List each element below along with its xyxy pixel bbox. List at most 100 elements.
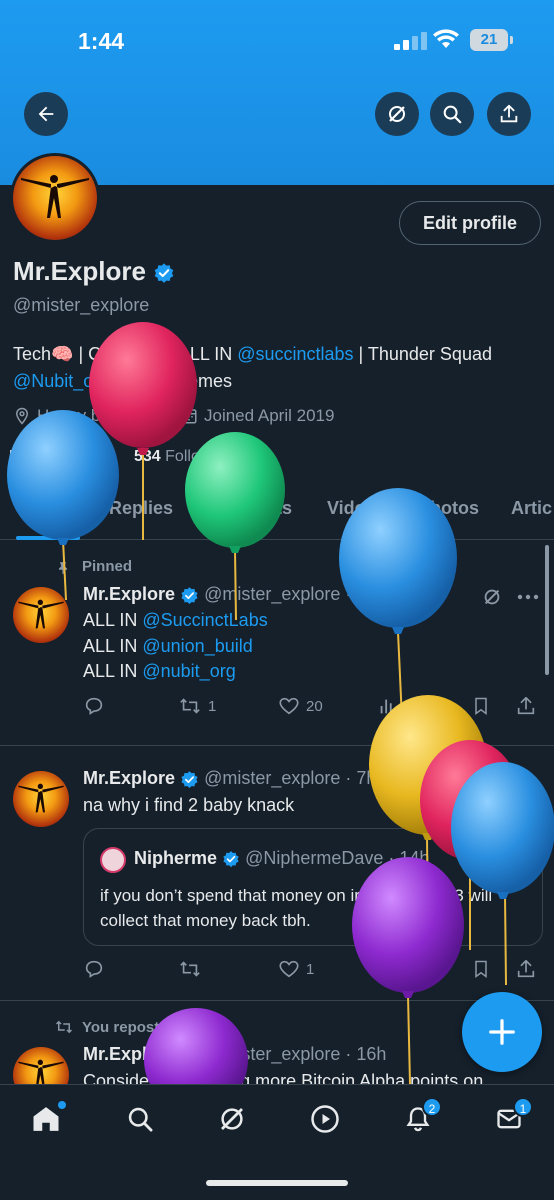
post-handle: @mister_explore (204, 1044, 341, 1064)
nav-notifications[interactable]: 2 (402, 1097, 442, 1135)
post-actions: 1 20 1.1K (83, 695, 543, 719)
post-avatar[interactable] (13, 587, 69, 643)
birthday-text: Happy birthday! (37, 406, 157, 425)
followers-count: 534 (134, 448, 161, 465)
share-icon (517, 959, 535, 978)
mention-link[interactable]: @nubit_org (142, 661, 235, 681)
home-unread-dot (58, 1101, 66, 1109)
retweet-icon (55, 1020, 73, 1034)
calendar-icon (181, 409, 197, 424)
post-author[interactable]: Mr.Explore (83, 584, 175, 604)
status-time: 1:44 (78, 28, 125, 54)
wifi-icon (433, 29, 459, 48)
following-link[interactable]: 576 Following (9, 448, 108, 466)
bio-text: | Thunder Squad (353, 344, 492, 364)
post-author[interactable]: Mr.Explore (83, 1044, 175, 1064)
plus-icon (489, 1019, 515, 1045)
home-indicator (206, 1180, 348, 1186)
grok-icon[interactable] (481, 586, 503, 608)
search-button[interactable] (430, 92, 474, 136)
retweet-button[interactable]: 1 (178, 695, 216, 717)
quote-author: Nipherme (134, 848, 218, 868)
quote-text: if you don’t spend that money on irl thi… (100, 886, 493, 930)
reply-button[interactable] (83, 695, 105, 717)
more-icon[interactable] (517, 594, 539, 600)
post-avatar[interactable] (13, 771, 69, 827)
share-post-button[interactable] (515, 958, 537, 980)
quote-handle: @NiphermeDave · 14h (245, 848, 430, 868)
avatar-silhouette (21, 175, 89, 218)
nav-home[interactable] (30, 1101, 66, 1135)
post-line: ALL IN @union_build (83, 634, 268, 660)
post-author[interactable]: Mr.Explore (83, 768, 175, 788)
verified-icon (154, 263, 174, 284)
verified-icon (223, 851, 239, 868)
quote-header: Nipherme @NiphermeDave · 14h (134, 848, 429, 869)
nav-messages[interactable]: 1 (493, 1097, 533, 1135)
post-divider (0, 1000, 554, 1001)
like-count: 1 (306, 960, 315, 978)
post-actions: 1 58 (83, 958, 543, 982)
like-icon (279, 697, 299, 715)
retweet-count: 1 (208, 697, 217, 715)
mention-link[interactable]: @SuccinctLabs (142, 610, 267, 630)
bio-text: | I post memes (109, 371, 233, 391)
bio-link-succinctlabs[interactable]: @succinctlabs (237, 344, 353, 364)
views-button[interactable]: 58 (377, 958, 422, 980)
search-icon (443, 105, 462, 124)
search-icon (128, 1107, 153, 1132)
tab-videos[interactable]: Videos (327, 498, 386, 519)
views-icon (380, 962, 397, 977)
edit-profile-button[interactable]: Edit profile (399, 201, 541, 245)
like-count: 20 (306, 697, 323, 715)
share-button[interactable] (487, 92, 531, 136)
share-icon (517, 696, 535, 715)
post-header: Mr.Explore @mister_explore · 28/5/25 (83, 584, 416, 605)
bookmark-icon (475, 960, 487, 978)
profile-birthday: Happy birthday! (13, 406, 156, 426)
post-header: Mr.Explore @mister_explore · 7h (83, 768, 376, 789)
tab-highlights[interactable]: Highlights (204, 498, 292, 519)
views-count: 1.1K (405, 697, 436, 715)
tab-articles[interactable]: Artic (511, 498, 552, 519)
retweet-icon (180, 961, 200, 977)
mention-link[interactable]: @union_build (142, 636, 252, 656)
reply-button[interactable] (83, 958, 105, 980)
post-text: Considering stacking more Bitcoin Alpha … (83, 1071, 484, 1084)
bio-text: | Crypto (73, 344, 147, 364)
pinned-label: Pinned (82, 558, 133, 575)
post-text: ALL IN @SuccinctLabs ALL IN @union_build… (83, 608, 268, 685)
bookmark-button[interactable] (471, 958, 491, 980)
compose-button[interactable] (462, 992, 542, 1072)
cellular-signal-icon (394, 32, 428, 50)
tab-replies[interactable]: Replies (109, 498, 173, 519)
retweet-button[interactable] (178, 958, 202, 980)
like-button[interactable]: 1 (278, 958, 314, 980)
nav-grok[interactable] (216, 1103, 248, 1135)
profile-avatar[interactable] (10, 153, 100, 243)
tab-posts[interactable]: Posts (21, 498, 70, 519)
grok-icon (221, 1108, 243, 1130)
tab-photos[interactable]: Photos (418, 498, 479, 519)
scrollbar[interactable] (545, 545, 549, 675)
nav-video[interactable] (309, 1103, 341, 1135)
bio-link-nubit[interactable]: @Nubit_org (13, 371, 109, 391)
grok-button[interactable] (375, 92, 419, 136)
followers-label: Followers (165, 448, 234, 465)
notifications-badge: 2 (422, 1097, 442, 1117)
profile-handle: @mister_explore (13, 295, 150, 315)
reply-icon (85, 697, 103, 715)
post-line: ALL IN @nubit_org (83, 659, 268, 685)
share-post-button[interactable] (515, 695, 537, 717)
battery-indicator: 21 (470, 29, 513, 51)
post-date: · 7h (345, 768, 377, 788)
verified-icon (181, 770, 198, 788)
nav-search[interactable] (124, 1103, 156, 1135)
like-button[interactable]: 20 (278, 695, 323, 717)
followers-link[interactable]: 534 Followers (134, 448, 234, 466)
post-date: · 16h (345, 1044, 387, 1064)
views-button[interactable]: 1.1K (377, 695, 436, 717)
quoted-post[interactable]: Nipherme @NiphermeDave · 14h if you don’… (83, 828, 543, 946)
bookmark-button[interactable] (471, 695, 491, 717)
back-button[interactable] (24, 92, 68, 136)
